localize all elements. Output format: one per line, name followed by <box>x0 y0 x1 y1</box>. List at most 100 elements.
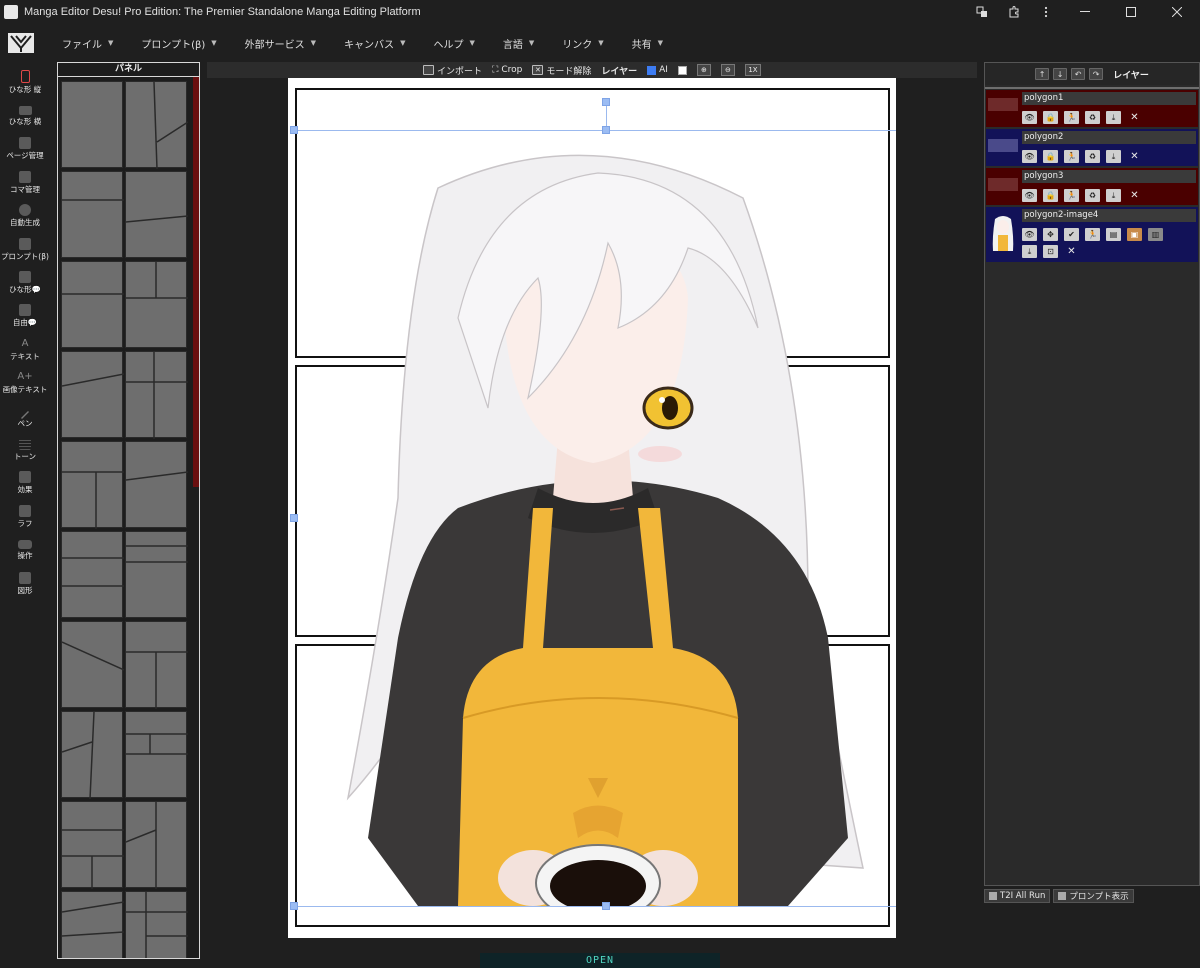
tool-image-text[interactable]: A+ 画像テキスト <box>0 367 50 400</box>
menu-language[interactable]: 言語 ▼ <box>503 36 534 51</box>
panel-template[interactable] <box>61 81 123 168</box>
tool-portrait-template[interactable]: ひな形 縦 <box>0 66 50 99</box>
run-icon[interactable]: 🏃 <box>1085 228 1100 241</box>
panel-template[interactable] <box>125 441 188 528</box>
extra-toggle[interactable] <box>676 65 689 75</box>
panel-template[interactable] <box>61 351 124 438</box>
eye-icon[interactable]: 👁 <box>1022 111 1037 124</box>
menu-share[interactable]: 共有 ▼ <box>632 36 663 51</box>
menu-external-services[interactable]: 外部サービス ▼ <box>245 36 316 51</box>
tool-landscape-template[interactable]: ひな形 横 <box>0 99 50 132</box>
redo-button[interactable]: ↷ <box>1089 68 1104 80</box>
tool-free-bubble[interactable]: 自由💬 <box>0 300 50 333</box>
eye-icon[interactable]: 👁 <box>1022 228 1037 241</box>
tool-panel-manage[interactable]: コマ管理 <box>0 166 50 199</box>
run-icon[interactable]: 🏃 <box>1064 111 1079 124</box>
download-icon[interactable]: ⤓ <box>1106 111 1121 124</box>
undo-button[interactable]: ↶ <box>1071 68 1086 80</box>
translate-icon[interactable] <box>966 0 998 24</box>
resize-handle-top[interactable] <box>602 126 610 134</box>
box-icon[interactable]: ▣ <box>1127 228 1142 241</box>
run-icon[interactable]: 🏃 <box>1064 189 1079 202</box>
layer-name[interactable]: polygon2 <box>1022 131 1196 144</box>
check-icon[interactable]: ✔ <box>1064 228 1079 241</box>
tool-pen[interactable]: ペン <box>0 400 50 433</box>
zoom-reset-button[interactable]: 1X <box>743 64 763 76</box>
layer-item-polygon1[interactable]: polygon1 👁 🔒 🏃 ♻ ⤓ ✕ <box>986 90 1198 127</box>
zoom-in-button[interactable]: ⊕ <box>695 64 713 76</box>
panel-template[interactable] <box>61 711 123 799</box>
tool-effect[interactable]: 効果 <box>0 467 50 500</box>
menu-prompt[interactable]: プロンプト(β) ▼ <box>141 36 216 51</box>
tool-prompt[interactable]: プロンプト(β) <box>0 233 50 266</box>
panel-template[interactable] <box>61 621 124 708</box>
zoom-out-button[interactable]: ⊖ <box>719 64 737 76</box>
layer-item-polygon3[interactable]: polygon3 👁 🔒 🏃 ♻ ⤓ ✕ <box>986 168 1198 205</box>
rotate-handle[interactable] <box>602 98 610 106</box>
extra-checkbox[interactable] <box>677 65 687 75</box>
layer-down-button[interactable]: ↓ <box>1053 68 1068 80</box>
menu-help[interactable]: ヘルプ ▼ <box>433 36 474 51</box>
layer-item-polygon2-image4[interactable]: polygon2-image4 👁 ✥ ✔ 🏃 ▤ ▣ ▥ ⤓ ⊡ ✕ <box>986 207 1198 262</box>
recycle-icon[interactable]: ♻ <box>1085 111 1100 124</box>
resize-handle-top-left[interactable] <box>290 126 298 134</box>
resize-handle-bottom-left[interactable] <box>290 902 298 910</box>
tool-tone[interactable]: トーン <box>0 433 50 466</box>
panel-template[interactable] <box>61 441 124 529</box>
resize-handle-bottom[interactable] <box>602 902 610 910</box>
panel-template[interactable] <box>61 801 124 889</box>
lock-icon[interactable]: 🔒 <box>1043 150 1058 163</box>
menu-links[interactable]: リンク ▼ <box>562 36 603 51</box>
download-icon[interactable]: ⤓ <box>1022 245 1037 258</box>
move-icon[interactable]: ✥ <box>1043 228 1058 241</box>
layer-up-button[interactable]: ↑ <box>1035 68 1050 80</box>
minimize-button[interactable] <box>1062 0 1108 24</box>
fit-icon[interactable]: ⊡ <box>1043 245 1058 258</box>
eye-icon[interactable]: 👁 <box>1022 189 1037 202</box>
bucket-icon[interactable]: ▥ <box>1148 228 1163 241</box>
delete-icon[interactable]: ✕ <box>1064 245 1079 258</box>
panel-scrollbar[interactable] <box>193 77 199 487</box>
canvas-area[interactable] <box>207 78 977 958</box>
panel-template[interactable] <box>61 261 124 348</box>
tool-text[interactable]: A テキスト <box>0 333 50 366</box>
delete-icon[interactable]: ✕ <box>1127 111 1142 124</box>
delete-icon[interactable]: ✕ <box>1127 189 1142 202</box>
tool-operation[interactable]: 操作 <box>0 533 50 566</box>
menu-file[interactable]: ファイル ▼ <box>62 36 113 51</box>
layer-name[interactable]: polygon2-image4 <box>1022 209 1196 222</box>
run-icon[interactable]: 🏃 <box>1064 150 1079 163</box>
resize-handle-left[interactable] <box>290 514 298 522</box>
layer-name[interactable]: polygon3 <box>1022 170 1196 183</box>
import-button[interactable]: インポート <box>421 64 484 77</box>
menu-canvas[interactable]: キャンバス ▼ <box>344 36 405 51</box>
file-icon[interactable]: ▤ <box>1106 228 1121 241</box>
panel-template[interactable] <box>125 531 188 618</box>
tool-auto-generate[interactable]: 自動生成 <box>0 200 50 233</box>
panel-template[interactable] <box>125 351 188 439</box>
maximize-button[interactable] <box>1108 0 1154 24</box>
panel-template[interactable] <box>125 801 187 889</box>
t2i-all-run-button[interactable]: T2I All Run <box>984 889 1051 903</box>
more-icon[interactable] <box>1030 0 1062 24</box>
recycle-icon[interactable]: ♻ <box>1085 189 1100 202</box>
panel-template[interactable] <box>125 621 188 709</box>
show-prompt-button[interactable]: プロンプト表示 <box>1053 889 1134 903</box>
recycle-icon[interactable]: ♻ <box>1085 150 1100 163</box>
ai-toggle[interactable]: AI <box>645 65 670 75</box>
delete-icon[interactable]: ✕ <box>1127 150 1142 163</box>
eye-icon[interactable]: 👁 <box>1022 150 1037 163</box>
panel-template[interactable] <box>125 261 188 348</box>
download-icon[interactable]: ⤓ <box>1106 189 1121 202</box>
tool-shapes[interactable]: 図形 <box>0 567 50 600</box>
download-icon[interactable]: ⤓ <box>1106 150 1121 163</box>
panel-template[interactable] <box>61 531 124 618</box>
lock-icon[interactable]: 🔒 <box>1043 189 1058 202</box>
mode-release-button[interactable]: ✕ モード解除 <box>530 64 593 77</box>
extension-icon[interactable] <box>998 0 1030 24</box>
panel-template[interactable] <box>61 171 124 258</box>
panel-template[interactable] <box>125 711 188 798</box>
character-illustration[interactable] <box>288 78 896 938</box>
panel-template[interactable] <box>125 171 188 258</box>
panel-template[interactable] <box>61 891 124 958</box>
